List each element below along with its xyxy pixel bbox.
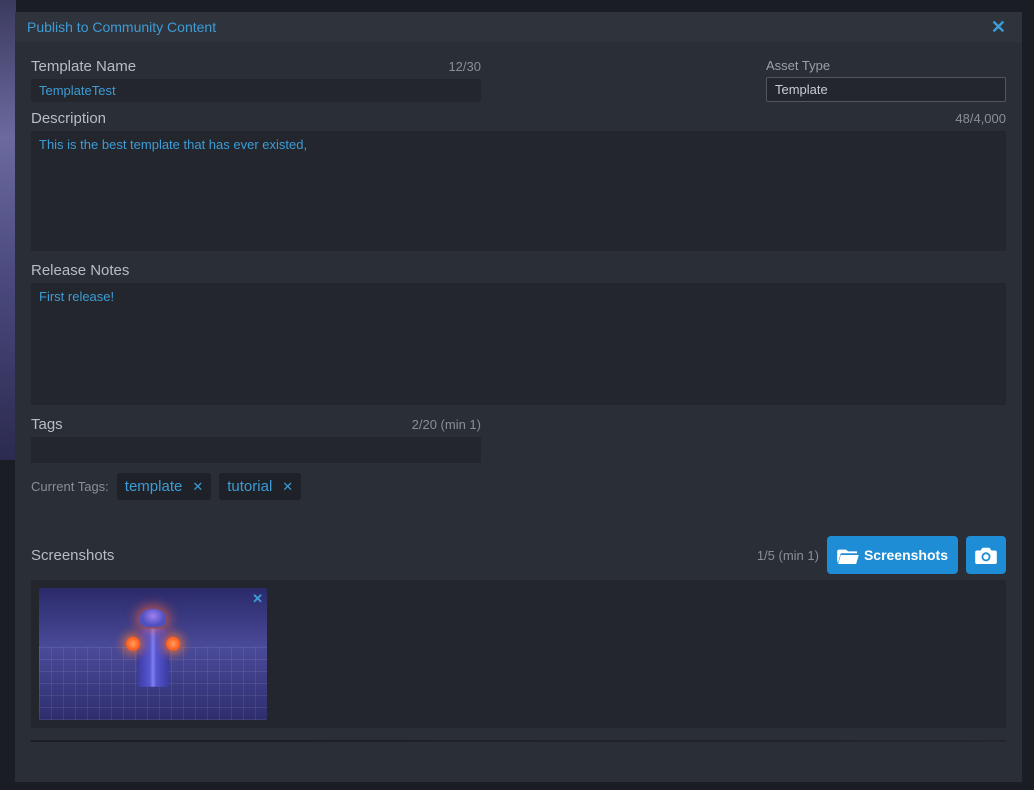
browse-screenshots-button[interactable]: Screenshots [827, 536, 958, 574]
tags-label: Tags [31, 416, 63, 433]
tags-counter: 2/20 (min 1) [412, 417, 481, 432]
modal-title: Publish to Community Content [27, 19, 216, 35]
screenshots-strip: ✕ [31, 580, 1006, 728]
tag-remove-icon[interactable]: ✕ [282, 479, 293, 495]
screenshots-button-label: Screenshots [864, 547, 948, 563]
screenshot-preview-image [130, 609, 176, 687]
modal-body: Template Name 12/30 Asset Type Descripti… [15, 42, 1022, 782]
camera-icon [975, 546, 997, 564]
screenshots-label: Screenshots [31, 547, 114, 564]
current-tags-row: Current Tags: template ✕ tutorial ✕ [31, 473, 1006, 500]
folder-open-icon [837, 546, 859, 564]
template-name-label: Template Name [31, 58, 136, 75]
viewport-background [0, 0, 16, 460]
tag-label: template [125, 478, 183, 495]
release-notes-input[interactable] [31, 283, 1006, 405]
template-name-input[interactable] [31, 79, 481, 102]
modal-header: Publish to Community Content ✕ [15, 12, 1022, 42]
asset-type-input[interactable] [766, 77, 1006, 102]
tag-remove-icon[interactable]: ✕ [192, 479, 203, 495]
tag-chip-tutorial: tutorial ✕ [219, 473, 301, 500]
capture-screenshot-button[interactable] [966, 536, 1006, 574]
description-label: Description [31, 110, 106, 127]
screenshots-counter: 1/5 (min 1) [757, 548, 819, 563]
divider [31, 740, 1006, 742]
asset-type-label: Asset Type [766, 58, 830, 73]
description-counter: 48/4,000 [955, 111, 1006, 126]
close-icon[interactable]: ✕ [987, 17, 1010, 38]
tags-input[interactable] [31, 437, 481, 463]
screenshot-thumbnail[interactable]: ✕ [39, 588, 267, 720]
release-notes-label: Release Notes [31, 262, 129, 279]
template-name-counter: 12/30 [448, 59, 481, 74]
current-tags-label: Current Tags: [31, 479, 109, 494]
publish-modal: Publish to Community Content ✕ Template … [15, 12, 1022, 782]
modal-footer: Cancel Public Review & Publish [31, 772, 1006, 782]
remove-screenshot-icon[interactable]: ✕ [252, 591, 263, 607]
description-input[interactable] [31, 131, 1006, 251]
tag-label: tutorial [227, 478, 272, 495]
tag-chip-template: template ✕ [117, 473, 211, 500]
